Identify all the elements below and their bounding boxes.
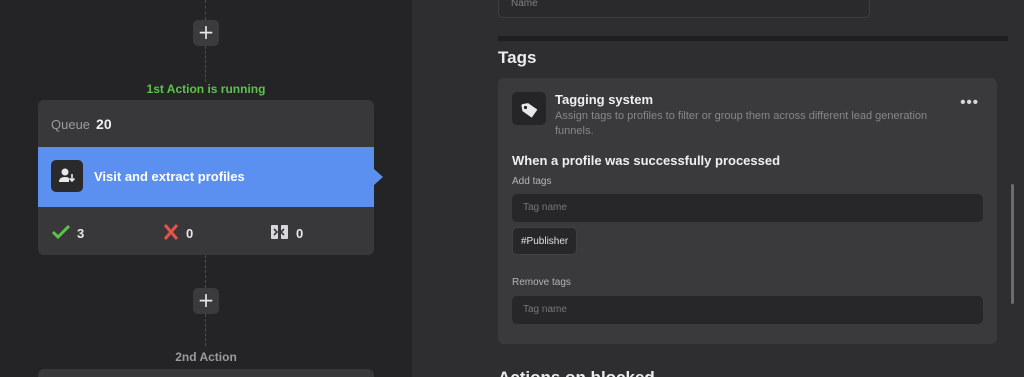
next-action-card[interactable] — [38, 369, 374, 377]
name-input[interactable]: Name — [498, 0, 870, 18]
add-action-button[interactable]: + — [193, 20, 219, 46]
remove-tags-label: Remove tags — [512, 277, 571, 288]
tag-icon — [512, 92, 546, 125]
cross-icon — [162, 224, 186, 243]
action-selected-bar[interactable]: Visit and extract profiles — [38, 147, 383, 207]
tagging-title: Tagging system — [555, 92, 654, 107]
queue-label: Queue — [51, 117, 91, 132]
connector-line — [205, 255, 206, 288]
skipped-stat: 0 — [270, 224, 303, 243]
settings-panel: Name Tags Tagging system Assign tags to … — [412, 0, 1024, 377]
check-icon — [51, 224, 77, 243]
section-divider — [498, 36, 1008, 41]
add-action-button[interactable]: + — [193, 288, 219, 314]
tags-heading: Tags — [498, 48, 537, 67]
success-stat: 3 — [51, 224, 84, 243]
skipped-count: 0 — [296, 226, 304, 241]
add-tag-placeholder: Tag name — [523, 202, 567, 213]
connector-line — [205, 314, 206, 346]
next-action-label: 2nd Action — [175, 350, 237, 364]
action-card[interactable]: Queue 20 Visit and extract profiles 3 0 — [38, 100, 383, 255]
workflow-panel: + 1st Action is running Queue 20 Visit an… — [0, 0, 412, 377]
name-placeholder: Name — [511, 0, 538, 9]
failed-stat: 0 — [162, 224, 193, 243]
next-section-heading: Actions on blocked... — [498, 368, 669, 377]
tagging-description: Assign tags to profiles to filter or gro… — [555, 110, 928, 137]
remove-tag-placeholder: Tag name — [523, 304, 567, 315]
connector-line — [205, 46, 206, 82]
success-count: 3 — [77, 226, 85, 241]
condition-heading: When a profile was successfully processe… — [512, 153, 781, 168]
connector-line — [205, 0, 206, 20]
more-options-icon[interactable]: ••• — [960, 94, 979, 111]
tagging-card: Tagging system Assign tags to profiles t… — [498, 78, 997, 344]
remove-tag-input[interactable]: Tag name — [512, 296, 983, 324]
add-tags-label: Add tags — [512, 176, 552, 187]
skip-icon — [270, 224, 296, 243]
failed-count: 0 — [186, 226, 194, 241]
queue-count: 20 — [96, 116, 112, 132]
user-download-icon — [51, 160, 83, 192]
action-status-label: 1st Action is running — [146, 82, 266, 96]
action-label: Visit and extract profiles — [94, 169, 245, 184]
scrollbar[interactable] — [1011, 184, 1014, 304]
tag-chip[interactable]: #Publisher — [512, 227, 578, 255]
queue-info: Queue 20 — [51, 116, 112, 132]
add-tag-input[interactable]: Tag name — [512, 194, 983, 222]
